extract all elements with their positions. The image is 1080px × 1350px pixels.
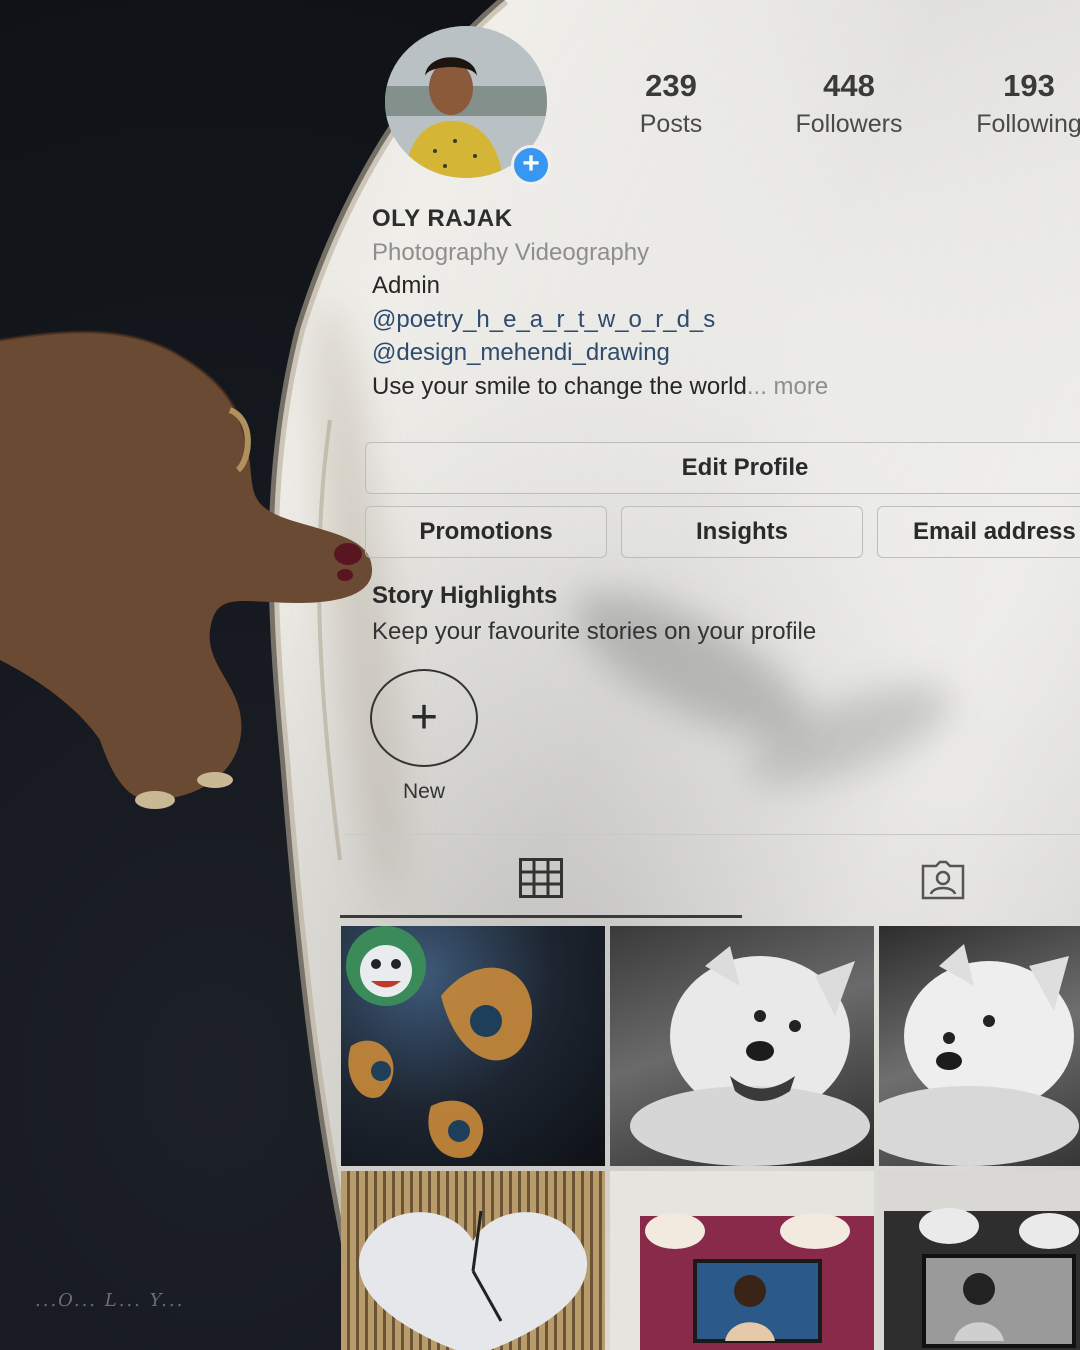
- stat-posts[interactable]: 239 Posts: [586, 68, 756, 139]
- edit-profile-button[interactable]: Edit Profile: [365, 442, 1080, 494]
- profile-bio: OLY RAJAK Photography Videography Admin …: [372, 202, 1072, 403]
- post-thumbnail[interactable]: [341, 1171, 605, 1350]
- white-puppy-photo-2: [879, 944, 1079, 1166]
- matchstick-clock-photo: [358, 1210, 588, 1350]
- bio-link-mehendi[interactable]: @design_mehendi_drawing: [372, 336, 1072, 370]
- story-highlights-subtitle: Keep your favourite stories on your prof…: [372, 618, 817, 645]
- bio-more-link[interactable]: ... more: [747, 373, 828, 400]
- add-story-plus-icon[interactable]: +: [511, 145, 551, 185]
- following-label: Following: [976, 110, 1080, 138]
- plus-icon: +: [409, 691, 439, 744]
- grid-tab-indicator: [340, 915, 742, 918]
- stat-followers[interactable]: 448 Followers: [764, 68, 934, 139]
- profile-name: OLY RAJAK: [372, 205, 513, 232]
- followers-label: Followers: [795, 110, 903, 138]
- insights-button[interactable]: Insights: [621, 506, 863, 558]
- bio-text-line: Use your smile to change the world... mo…: [372, 370, 1072, 404]
- instagram-profile: + 239 Posts 448 Followers 193 Following …: [0, 0, 1080, 1350]
- grid-icon[interactable]: [519, 858, 563, 898]
- bio-link-poetry[interactable]: @poetry_h_e_a_r_t_w_o_r_d_s: [372, 303, 1072, 337]
- new-highlight-label: New: [402, 780, 445, 803]
- profile-category: Photography Videography: [372, 238, 650, 266]
- post-thumbnail[interactable]: [341, 926, 605, 1166]
- framed-portrait-photo: [640, 1213, 874, 1350]
- followers-count: 448: [823, 68, 875, 103]
- bio-text: Use your smile to change the world: [372, 372, 747, 400]
- post-thumbnail[interactable]: [879, 1171, 1080, 1350]
- posts-count: 239: [645, 68, 697, 103]
- photographer-signature: ...O... L... Y...: [35, 1290, 185, 1311]
- photo-scene: + 239 Posts 448 Followers 193 Following …: [0, 0, 1080, 1350]
- new-highlight-button[interactable]: +: [370, 669, 478, 767]
- white-puppy-photo: [630, 946, 870, 1166]
- tabs-divider: [345, 834, 1080, 835]
- post-thumbnail[interactable]: [879, 926, 1080, 1166]
- tagged-person-icon[interactable]: [919, 860, 967, 900]
- stat-following[interactable]: 193 Following: [944, 68, 1080, 139]
- pencil-shavings-photo: [346, 926, 533, 1158]
- post-thumbnail[interactable]: [610, 926, 874, 1166]
- promotions-button[interactable]: Promotions: [365, 506, 607, 558]
- post-thumbnail[interactable]: [610, 1171, 874, 1350]
- following-count: 193: [1003, 68, 1055, 103]
- posts-label: Posts: [639, 110, 703, 138]
- profile-role: Admin: [372, 272, 441, 299]
- story-highlights-title: Story Highlights: [372, 582, 558, 609]
- email-address-button[interactable]: Email address: [877, 506, 1080, 558]
- framed-portrait-photo-bw: [884, 1208, 1080, 1350]
